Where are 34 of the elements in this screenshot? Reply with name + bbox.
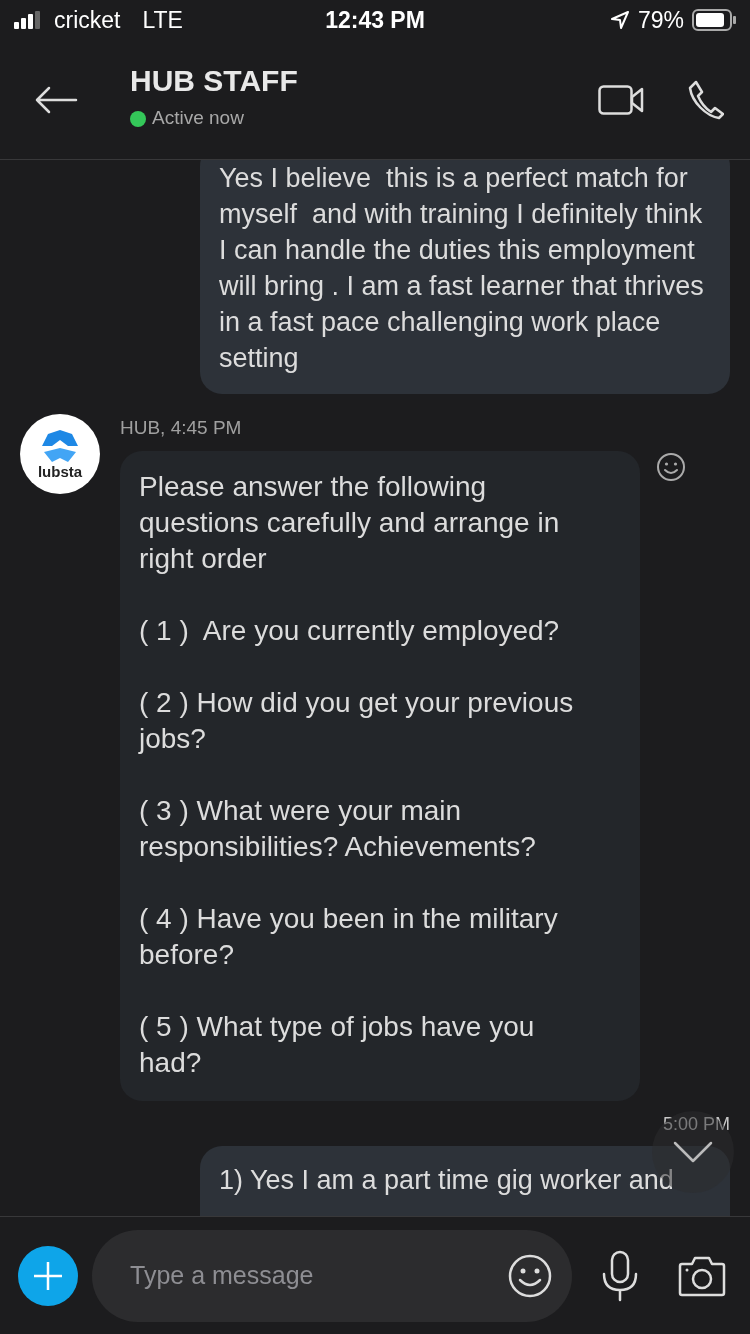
microphone-icon (600, 1249, 640, 1302)
location-icon (609, 10, 630, 30)
video-call-button[interactable] (598, 84, 644, 115)
message-text: Please answer the following questions carefully and arrange in right order (139, 469, 561, 576)
back-arrow-icon (34, 85, 78, 114)
network-type: LTE (142, 5, 183, 35)
message-text: ( 1 ) Are you currently employed? (139, 613, 561, 648)
voice-call-button[interactable] (688, 79, 724, 120)
battery-percent: 79% (637, 5, 684, 35)
plus-icon (33, 1260, 63, 1291)
message-text: ( 3 ) What were your main responsibilities? Achievements? (139, 793, 537, 864)
phone-icon (688, 79, 724, 120)
signal-icon (14, 11, 42, 29)
microphone-button[interactable] (600, 1249, 640, 1302)
chat-title: HUB STAFF (130, 66, 298, 97)
camera-button[interactable] (678, 1254, 726, 1297)
avatar-text: lubsta (37, 463, 83, 479)
clock: 12:43 PM (325, 5, 425, 35)
message-input[interactable]: Type a message (92, 1229, 572, 1322)
camera-icon (678, 1254, 726, 1297)
message-text: 1) Yes I am a part time gig worker and (219, 1163, 675, 1197)
message-field[interactable]: Type a message (130, 1256, 508, 1295)
chevron-down-icon (673, 1141, 713, 1163)
sender-time: HUB, 4:45 PM (120, 416, 243, 440)
emoji-icon[interactable] (656, 452, 686, 482)
message-text: ( 2 ) How did you get your previous jobs? (139, 685, 575, 756)
message-text: ( 5 ) What type of jobs have you had? (139, 1009, 536, 1080)
message-text: ( 4 ) Have you been in the military before? (139, 901, 559, 972)
carrier-name: cricket (54, 5, 121, 35)
video-camera-icon (598, 84, 644, 115)
presence-status: Active now (152, 106, 244, 131)
message-text: Yes I believe this is a perfect match for myself and with training I definitely think I can handle the duties this employment will bring . I am a fast learner that thrives in a fast pace challenging work place setting (219, 162, 705, 375)
battery-icon (692, 9, 736, 31)
message-time: 5:00 PM (662, 1112, 730, 1136)
